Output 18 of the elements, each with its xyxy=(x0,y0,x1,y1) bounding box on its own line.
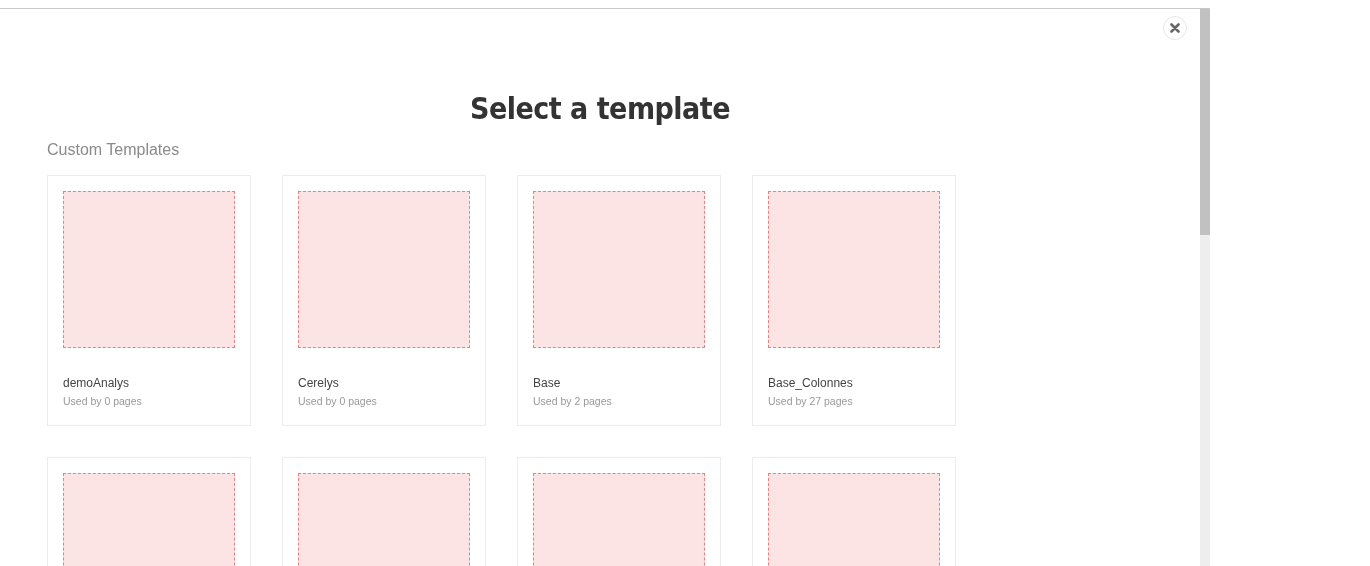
template-card[interactable]: Cerelys Used by 0 pages xyxy=(282,175,486,426)
template-name: demoAnalys xyxy=(63,376,130,390)
template-card[interactable]: Base_Colonnes Used by 27 pages xyxy=(752,175,956,426)
template-card[interactable]: demoAnalys Used by 0 pages xyxy=(47,175,251,426)
template-name: Cerelys xyxy=(298,376,339,390)
dialog-title: Select a template xyxy=(470,90,730,128)
template-name: Base xyxy=(533,376,561,390)
section-title: Custom Templates xyxy=(47,140,180,160)
template-card[interactable]: Base Used by 2 pages xyxy=(517,175,721,426)
template-usage: Used by 2 pages xyxy=(533,394,612,408)
close-icon xyxy=(1170,23,1180,33)
template-usage: Used by 0 pages xyxy=(298,394,377,408)
template-usage: Used by 0 pages xyxy=(63,394,142,408)
scrollbar-thumb[interactable] xyxy=(1200,9,1210,235)
template-usage: Used by 27 pages xyxy=(768,394,853,408)
template-name: Base_Colonnes xyxy=(768,376,853,390)
close-button[interactable] xyxy=(1163,16,1187,40)
scrollbar[interactable] xyxy=(1200,9,1210,566)
